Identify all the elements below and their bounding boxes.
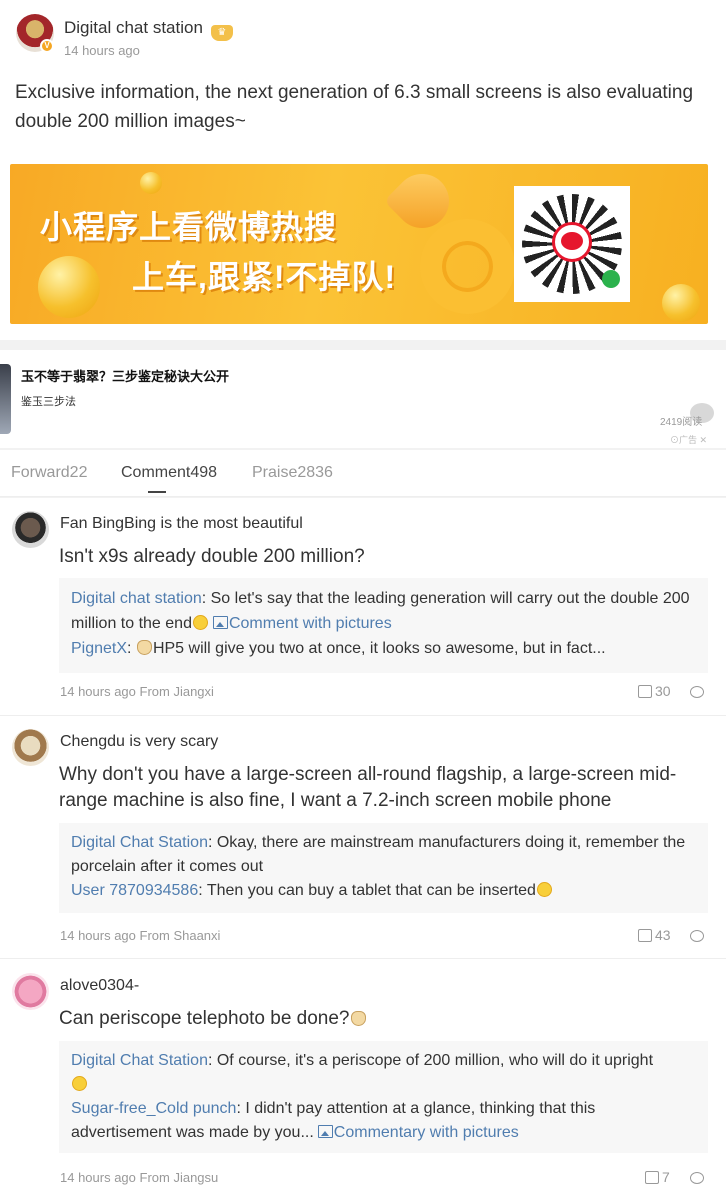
ad-title[interactable]: 玉不等于翡翠？三步鉴定秘诀大公开 bbox=[21, 366, 229, 385]
like-count: 43 bbox=[655, 927, 671, 943]
banner-subline: 上车,跟紧!不掉队! bbox=[132, 259, 397, 295]
commenter-name[interactable]: alove0304- bbox=[60, 977, 139, 995]
commenter-avatar[interactable] bbox=[12, 973, 49, 1010]
reply-author[interactable]: Digital Chat Station bbox=[71, 1052, 208, 1069]
tab-praise[interactable]: Praise2836 bbox=[252, 464, 333, 482]
crown-badge-icon: ♛ bbox=[210, 25, 233, 41]
like-button[interactable]: 7 bbox=[645, 1169, 670, 1185]
weibo-logo-decor-icon bbox=[420, 219, 515, 314]
tab-comment[interactable]: Comment498 bbox=[121, 464, 217, 482]
reply-text: : Of course, it's a periscope of 200 mil… bbox=[207, 1052, 654, 1069]
reply-author[interactable]: User 7870934586 bbox=[71, 882, 198, 899]
reply-box[interactable]: Digital Chat Station: Of course, it's a … bbox=[59, 1041, 708, 1153]
comment-with-pictures-link[interactable]: Comment with pictures bbox=[229, 615, 392, 632]
comment-meta: 14 hours ago From Shaanxi bbox=[60, 928, 221, 943]
comment-item: Fan BingBing is the most beautiful Isn't… bbox=[0, 498, 726, 716]
commenter-avatar[interactable] bbox=[12, 729, 49, 766]
reply-text: HP5 will give you two at once, it looks … bbox=[152, 640, 606, 657]
qr-code bbox=[514, 186, 630, 302]
reply-bubble-icon[interactable] bbox=[690, 930, 704, 942]
like-count: 7 bbox=[662, 1169, 670, 1185]
reply-text: : Then you can buy a tablet that can be … bbox=[198, 882, 536, 899]
post-time: 14 hours ago bbox=[64, 43, 140, 58]
post-card: V Digital chat station ♛ 14 hours ago Exc… bbox=[0, 0, 726, 340]
ad-read-count: 2419阅读 bbox=[660, 417, 703, 428]
commenter-name[interactable]: Chengdu is very scary bbox=[60, 733, 218, 751]
reply-line: Sugar-free_Cold punch: I didn't pay atte… bbox=[71, 1097, 696, 1145]
comment-item: alove0304- Can periscope telephoto be do… bbox=[0, 959, 726, 1200]
commenter-name[interactable]: Fan BingBing is the most beautiful bbox=[60, 515, 303, 533]
like-button[interactable]: 30 bbox=[638, 683, 671, 699]
picture-icon bbox=[317, 1125, 333, 1138]
reply-line: Digital Chat Station: Of course, it's a … bbox=[71, 1049, 696, 1097]
reply-line: User 7870934586: Then you can buy a tabl… bbox=[71, 879, 696, 903]
comment-text-content: Can periscope telephoto be done? bbox=[59, 1008, 350, 1029]
ad-thumbnail bbox=[0, 364, 11, 434]
comment-text: Isn't x9s already double 200 million? bbox=[59, 546, 365, 567]
comment-meta: 14 hours ago From Jiangxi bbox=[60, 684, 214, 699]
active-tab-indicator bbox=[148, 491, 166, 493]
ad-card[interactable]: 玉不等于翡翠？三步鉴定秘诀大公开 鉴玉三步法 2419阅读 ⊙广告 ✕ bbox=[0, 350, 726, 448]
dog-emoji-icon bbox=[350, 1011, 366, 1026]
author-name-text[interactable]: Digital chat station bbox=[64, 18, 203, 37]
decor-ball bbox=[140, 172, 162, 194]
reply-bubble-icon[interactable] bbox=[690, 686, 704, 698]
tab-forward[interactable]: Forward22 bbox=[11, 464, 87, 482]
comment-list: Fan BingBing is the most beautiful Isn't… bbox=[0, 498, 726, 1200]
like-button[interactable]: 43 bbox=[638, 927, 671, 943]
reply-author[interactable]: PignetX bbox=[71, 640, 127, 657]
ad-subtitle: 鉴玉三步法 bbox=[21, 396, 76, 408]
comment-meta: 14 hours ago From Jiangsu bbox=[60, 1170, 219, 1185]
reply-line: Digital chat station: So let's say that … bbox=[71, 586, 696, 636]
reply-author[interactable]: Digital Chat Station bbox=[71, 834, 208, 851]
decor-ball bbox=[38, 256, 100, 318]
reply-line: Digital Chat Station: Okay, there are ma… bbox=[71, 831, 696, 879]
ad-tag[interactable]: ⊙广告 ✕ bbox=[670, 433, 707, 446]
dog-emoji-icon bbox=[136, 640, 152, 655]
reply-bubble-icon[interactable] bbox=[690, 1172, 704, 1184]
thumbs-up-icon bbox=[638, 685, 652, 698]
reply-box[interactable]: Digital chat station: So let's say that … bbox=[59, 578, 708, 673]
picture-icon bbox=[212, 616, 228, 629]
decor-ball bbox=[662, 284, 700, 322]
author-name[interactable]: Digital chat station ♛ bbox=[64, 18, 233, 41]
like-count: 30 bbox=[655, 683, 671, 699]
tab-bar: Forward22 Comment498 Praise2836 bbox=[0, 450, 726, 497]
thumbs-up-icon bbox=[645, 1171, 659, 1184]
miniprogram-icon bbox=[602, 270, 620, 288]
commentary-with-pictures-link[interactable]: Commentary with pictures bbox=[334, 1124, 519, 1141]
comment-text: Why don't you have a large-screen all-ro… bbox=[59, 764, 677, 811]
verified-badge-icon: V bbox=[40, 39, 54, 53]
reply-line: PignetX: HP5 will give you two at once, … bbox=[71, 640, 606, 657]
comment-item: Chengdu is very scary Why don't you have… bbox=[0, 716, 726, 959]
miniprogram-banner[interactable]: 小程序上看微博热搜 上车,跟紧!不掉队! bbox=[10, 164, 708, 324]
banner-headline: 小程序上看微博热搜 bbox=[40, 209, 338, 245]
thumbs-up-icon bbox=[638, 929, 652, 942]
ad-tag-text: 广告 bbox=[679, 435, 698, 445]
reply-author[interactable]: Digital chat station bbox=[71, 590, 202, 607]
post-text: Exclusive information, the next generati… bbox=[15, 82, 694, 132]
smile-emoji-icon bbox=[72, 1076, 87, 1091]
reply-author[interactable]: Sugar-free_Cold punch bbox=[71, 1100, 236, 1117]
comment-text: Can periscope telephoto be done? bbox=[59, 1006, 709, 1032]
commenter-avatar[interactable] bbox=[12, 511, 49, 548]
emoji-icon bbox=[192, 615, 208, 630]
grin-emoji-icon bbox=[536, 882, 552, 897]
weibo-eye-icon bbox=[561, 232, 583, 250]
reply-box[interactable]: Digital Chat Station: Okay, there are ma… bbox=[59, 823, 708, 913]
